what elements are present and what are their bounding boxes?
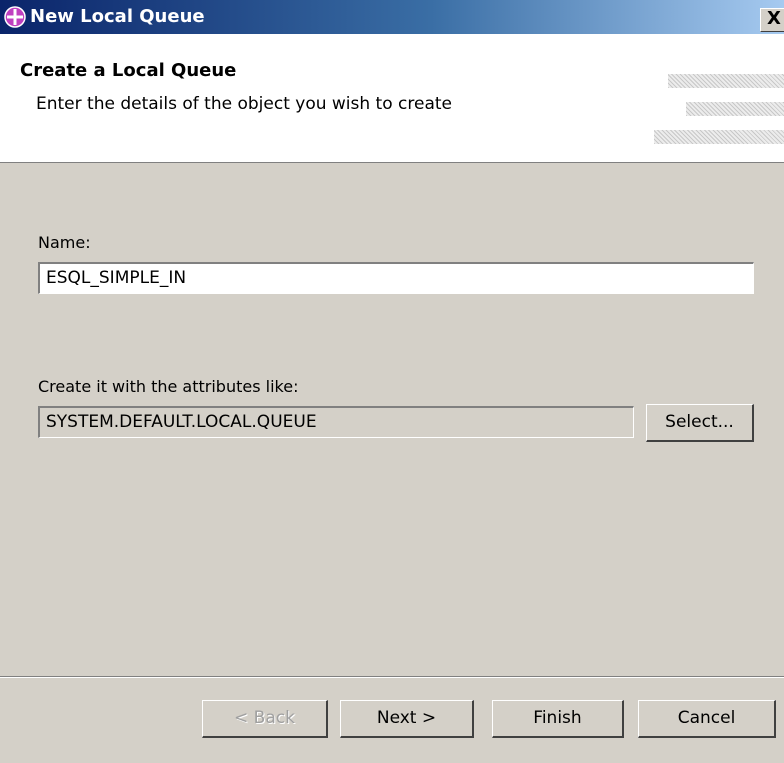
- cancel-button[interactable]: Cancel: [638, 700, 776, 738]
- name-label: Name:: [38, 233, 91, 252]
- attributes-like-label: Create it with the attributes like:: [38, 377, 299, 396]
- page-description: Enter the details of the object you wish…: [36, 94, 452, 114]
- header-decoration: [654, 130, 784, 144]
- wizard-header: Create a Local Queue Enter the details o…: [0, 34, 784, 163]
- title-bar: New Local Queue X: [0, 0, 784, 34]
- header-decoration: [668, 74, 784, 88]
- header-decoration: [686, 102, 784, 116]
- attributes-like-field: SYSTEM.DEFAULT.LOCAL.QUEUE: [38, 406, 634, 438]
- window-title: New Local Queue: [30, 6, 205, 27]
- page-title: Create a Local Queue: [20, 60, 237, 81]
- select-button[interactable]: Select...: [646, 404, 754, 442]
- close-button[interactable]: X: [760, 8, 784, 32]
- queue-plus-icon: [4, 6, 26, 28]
- name-input[interactable]: ESQL_SIMPLE_IN: [38, 262, 754, 294]
- back-button[interactable]: < Back: [202, 700, 328, 738]
- next-button[interactable]: Next >: [340, 700, 474, 738]
- divider: [0, 677, 784, 678]
- finish-button[interactable]: Finish: [492, 700, 624, 738]
